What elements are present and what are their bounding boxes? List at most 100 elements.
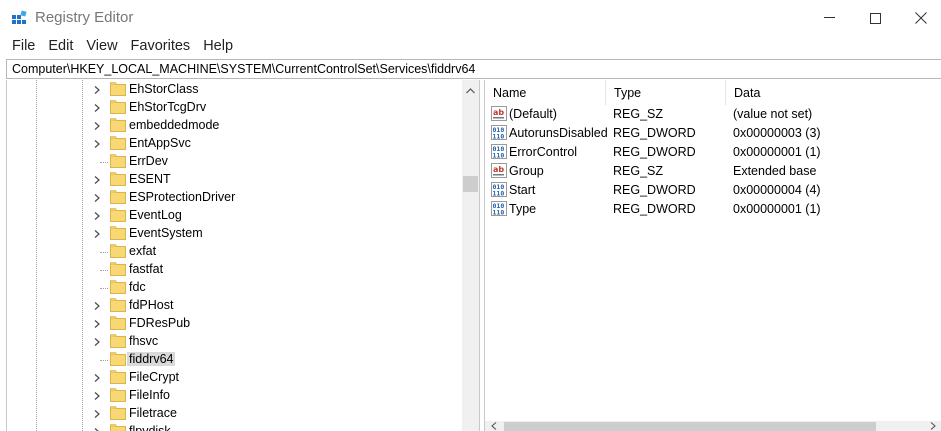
scroll-right-arrow[interactable] <box>924 421 941 431</box>
tree-item[interactable]: EventSystem <box>7 225 467 243</box>
minimize-button[interactable] <box>806 0 852 36</box>
list-horizontal-scrollbar[interactable] <box>485 421 941 431</box>
tree-item[interactable]: EhStorClass <box>7 81 467 99</box>
chevron-right-icon[interactable] <box>93 230 101 238</box>
chevron-right-icon[interactable] <box>93 410 101 418</box>
value-type: REG_DWORD <box>613 202 696 216</box>
tree-connector <box>100 360 108 361</box>
folder-icon <box>110 316 126 330</box>
value-type: REG_DWORD <box>613 145 696 159</box>
tree-item-label: ESENT <box>129 172 171 186</box>
menu-edit[interactable]: Edit <box>42 36 80 58</box>
tree-item[interactable]: EntAppSvc <box>7 135 467 153</box>
tree-item[interactable]: EventLog <box>7 207 467 225</box>
address-path[interactable]: Computer\HKEY_LOCAL_MACHINE\SYSTEM\Curre… <box>12 62 475 76</box>
value-type: REG_DWORD <box>613 183 696 197</box>
value-name: AutorunsDisabled <box>509 126 608 140</box>
menu-help[interactable]: Help <box>197 36 240 58</box>
binary-value-icon: 010110 <box>491 201 507 216</box>
tree-item-label: Filetrace <box>129 406 177 420</box>
chevron-right-icon[interactable] <box>93 104 101 112</box>
chevron-right-icon[interactable] <box>93 122 101 130</box>
chevron-right-icon[interactable] <box>93 302 101 310</box>
menu-file[interactable]: File <box>6 36 42 58</box>
folder-icon <box>110 262 126 276</box>
tree-vertical-scrollbar[interactable] <box>462 80 479 431</box>
value-row[interactable]: 010 110 Type REG_DWORD 0x00000001 (1) <box>485 200 941 219</box>
tree-item[interactable]: EhStorTcgDrv <box>7 99 467 117</box>
close-button[interactable] <box>898 0 941 36</box>
folder-icon <box>110 244 126 258</box>
chevron-right-icon[interactable] <box>93 140 101 148</box>
folder-icon <box>110 298 126 312</box>
chevron-right-icon[interactable] <box>93 392 101 400</box>
column-header-type[interactable]: Type <box>606 80 726 105</box>
folder-icon <box>110 280 126 294</box>
tree-item[interactable]: FDResPub <box>7 315 467 333</box>
tree-item[interactable]: ESProtectionDriver <box>7 189 467 207</box>
tree-connector <box>100 252 108 253</box>
value-data: (value not set) <box>733 107 813 121</box>
binary-value-icon: 010110 <box>491 144 507 159</box>
chevron-right-icon[interactable] <box>93 338 101 346</box>
tree-item[interactable]: fastfat <box>7 261 467 279</box>
column-header-data[interactable]: Data <box>726 80 941 105</box>
tree-item[interactable]: ESENT <box>7 171 467 189</box>
value-row[interactable]: 010 110 ErrorControl REG_DWORD 0x00000001 (1… <box>485 143 941 162</box>
minimize-icon <box>823 17 835 18</box>
tree-item-label: fdPHost <box>129 298 174 312</box>
menu-favorites[interactable]: Favorites <box>125 36 198 58</box>
value-data: 0x00000001 (1) <box>733 202 821 216</box>
tree-item[interactable]: fdc <box>7 279 467 297</box>
tree-item-label: ESProtectionDriver <box>129 190 236 204</box>
scroll-up-arrow[interactable] <box>462 82 479 99</box>
folder-icon <box>110 190 126 204</box>
svg-text:110: 110 <box>493 152 505 160</box>
value-name: Group <box>509 164 544 178</box>
address-bar[interactable]: Computer\HKEY_LOCAL_MACHINE\SYSTEM\Curre… <box>6 59 941 79</box>
folder-icon <box>110 352 126 366</box>
tree-item[interactable]: fdPHost <box>7 297 467 315</box>
chevron-right-icon[interactable] <box>93 320 101 328</box>
value-name: Type <box>509 202 537 216</box>
maximize-icon <box>869 12 881 24</box>
tree-item[interactable]: flpydisk <box>7 423 467 431</box>
column-header-name[interactable]: Name <box>485 80 606 105</box>
values-list[interactable]: Name Type Data ab (Default) REG_SZ (value n… <box>484 80 941 431</box>
value-row[interactable]: ab Group REG_SZ Extended base <box>485 162 941 181</box>
tree-item[interactable]: embeddedmode <box>7 117 467 135</box>
maximize-button[interactable] <box>852 0 898 36</box>
svg-text:110: 110 <box>493 209 505 217</box>
title-bar: Registry Editor <box>0 0 941 36</box>
chevron-right-icon[interactable] <box>93 374 101 382</box>
tree-item-label: exfat <box>129 244 157 258</box>
tree-item-label: flpydisk <box>129 424 171 431</box>
value-row[interactable]: 010 110 AutorunsDisabled REG_DWORD 0x0000000… <box>485 124 941 143</box>
value-data: 0x00000004 (4) <box>733 183 821 197</box>
tree-item[interactable]: Filetrace <box>7 405 467 423</box>
chevron-right-icon[interactable] <box>93 86 101 94</box>
tree-connector <box>100 162 108 163</box>
string-value-icon: ab <box>491 106 507 121</box>
scroll-thumb[interactable] <box>463 176 478 192</box>
menu-view[interactable]: View <box>80 36 124 58</box>
tree-item-label: EhStorTcgDrv <box>129 100 207 114</box>
horizontal-scroll-thumb[interactable] <box>504 422 876 431</box>
tree-item[interactable]: exfat <box>7 243 467 261</box>
value-data: 0x00000003 (3) <box>733 126 821 140</box>
key-tree[interactable]: EhStorClass EhStorTcgDrv embeddedmode EntAp… <box>6 80 480 431</box>
tree-item[interactable]: FileInfo <box>7 387 467 405</box>
tree-item-label: embeddedmode <box>129 118 220 132</box>
tree-item[interactable]: fiddrv64 <box>7 351 467 369</box>
chevron-right-icon[interactable] <box>93 176 101 184</box>
tree-item[interactable]: ErrDev <box>7 153 467 171</box>
value-name: (Default) <box>509 107 557 121</box>
value-row[interactable]: 010 110 Start REG_DWORD 0x00000004 (4) <box>485 181 941 200</box>
value-row[interactable]: ab (Default) REG_SZ (value not set) <box>485 105 941 124</box>
chevron-right-icon[interactable] <box>93 212 101 220</box>
tree-item[interactable]: FileCrypt <box>7 369 467 387</box>
tree-item[interactable]: fhsvc <box>7 333 467 351</box>
chevron-right-icon[interactable] <box>93 194 101 202</box>
folder-icon <box>110 334 126 348</box>
scroll-left-arrow[interactable] <box>485 421 502 431</box>
